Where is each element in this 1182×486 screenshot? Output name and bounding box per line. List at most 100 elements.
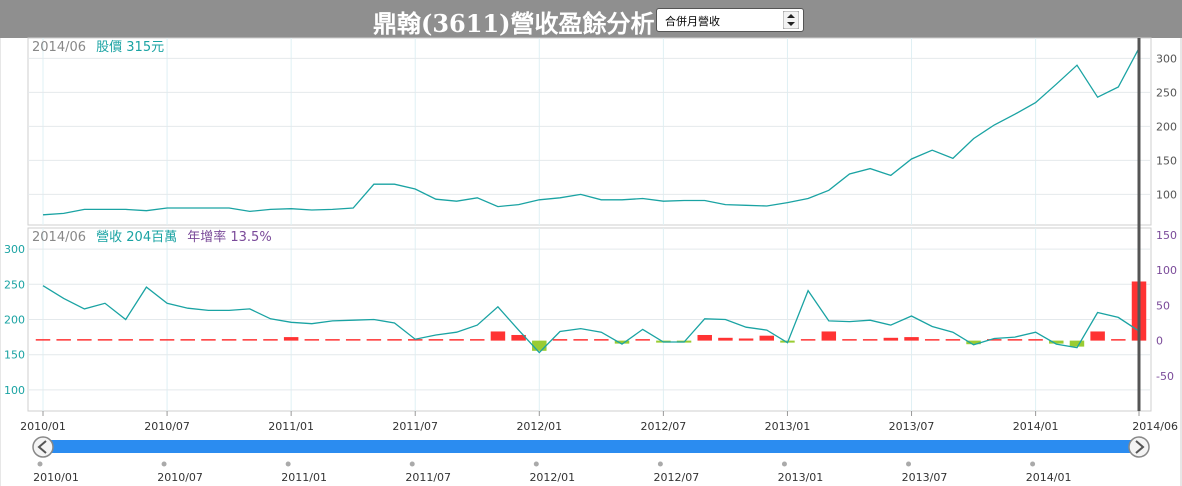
- revenue-bar-negative: [532, 340, 547, 351]
- revenue-bar: [800, 339, 816, 341]
- x-axis-ticks: 2010/01 2010/07 2011/01 2011/07 2012/01 2012/…: [20, 411, 1178, 433]
- revenue-y-tick-label: 250: [4, 278, 25, 291]
- revenue-bar: [56, 339, 71, 341]
- revenue-bar: [325, 339, 340, 341]
- revenue-bar: [945, 339, 961, 341]
- revenue-bar: [862, 339, 878, 341]
- navigator-tick-label: 2013/07: [902, 471, 948, 484]
- chart-page: 鼎翰(3611)營收盈餘分析 合併月營收 100 150 200 250 300 100…: [0, 0, 1182, 486]
- revenue-bar: [738, 338, 754, 341]
- x-tick-label: 2010/01: [20, 420, 66, 433]
- price-panel-labels: 2014/06 股價 315元: [32, 40, 164, 55]
- revenue-bar: [573, 339, 588, 341]
- revenue-bar: [759, 335, 775, 341]
- revenue-bar: [883, 337, 899, 341]
- revenue-bar: [139, 339, 154, 341]
- revenue-bar: [304, 339, 320, 341]
- yoy-y-tick-label: -50: [1156, 370, 1174, 383]
- x-tick-label: 2013/01: [765, 420, 811, 433]
- revenue-bar: [242, 339, 258, 341]
- price-value-label: 股價 315元: [96, 40, 164, 55]
- revenue-y-axis: 100 150 200 250 300: [4, 243, 25, 397]
- revenue-bar-negative: [1069, 340, 1085, 347]
- revenue-bar: [201, 339, 216, 341]
- navigator-tick-label: 2013/01: [778, 471, 824, 484]
- price-y-tick-label: 200: [1156, 120, 1177, 133]
- price-y-axis: 100 150 200 250 300: [1156, 52, 1177, 201]
- navigator-tick-label: 2012/01: [529, 471, 575, 484]
- revenue-bar: [345, 339, 361, 341]
- revenue-bar: [283, 337, 299, 341]
- price-line: [42, 47, 1140, 216]
- revenue-bar: [490, 331, 506, 341]
- revenue-bars: [35, 281, 1147, 341]
- revenue-bar: [842, 339, 857, 341]
- revenue-date: 2014/06: [32, 230, 86, 245]
- yoy-y-tick-label: 0: [1156, 335, 1163, 348]
- yoy-y-tick-label: 100: [1156, 264, 1177, 277]
- x-tick-label: 2011/07: [392, 420, 438, 433]
- revenue-bar: [77, 339, 92, 341]
- navigator-right-button[interactable]: [1128, 436, 1150, 458]
- navigator-ticks: 2010/01 2010/07 2011/01 2011/07 2012/01 2012/…: [33, 461, 1072, 484]
- revenue-bar: [635, 339, 650, 341]
- revenue-bar: [821, 331, 837, 341]
- revenue-bar: [35, 339, 51, 341]
- revenue-bar: [221, 339, 237, 341]
- navigator-dot: [409, 461, 415, 467]
- yoy-y-axis: -50 0 50 100 150: [1156, 229, 1177, 383]
- revenue-bar: [470, 339, 485, 341]
- navigator-tick-label: 2010/01: [33, 471, 79, 484]
- price-date: 2014/06: [32, 40, 86, 55]
- revenue-y-tick-label: 100: [4, 384, 25, 397]
- navigator-bar[interactable]: [43, 440, 1139, 453]
- revenue-bar: [118, 339, 133, 341]
- x-tick-label: 2012/01: [516, 420, 562, 433]
- navigator-dot: [161, 461, 167, 467]
- revenue-bar: [1090, 331, 1105, 341]
- price-y-tick-label: 300: [1156, 52, 1177, 65]
- price-y-tick-label: 150: [1156, 154, 1177, 167]
- revenue-bar: [428, 339, 444, 341]
- x-tick-label: 2013/07: [889, 420, 935, 433]
- revenue-grid: [28, 228, 1151, 411]
- navigator-left-button[interactable]: [32, 436, 54, 458]
- navigator-tick-label: 2011/07: [405, 471, 451, 484]
- price-y-tick-label: 250: [1156, 86, 1177, 99]
- revenue-bar: [718, 337, 733, 341]
- revenue-y-tick-label: 200: [4, 314, 25, 327]
- yoy-value-label: 年增率 13.5%: [187, 229, 271, 245]
- price-y-tick-label: 100: [1156, 188, 1177, 201]
- revenue-bar: [697, 334, 712, 341]
- yoy-negative-bars: [532, 340, 1085, 351]
- revenue-bar: [97, 339, 113, 341]
- revenue-bar: [366, 339, 382, 341]
- revenue-bar: [904, 337, 919, 341]
- yoy-y-tick-label: 50: [1156, 299, 1170, 312]
- navigator-dot: [37, 461, 43, 467]
- revenue-y-tick-label: 150: [4, 349, 25, 362]
- yoy-y-tick-label: 150: [1156, 229, 1177, 242]
- navigator-dot: [781, 461, 787, 467]
- x-tick-label: 2014/06: [1132, 420, 1178, 433]
- revenue-bar: [159, 339, 175, 341]
- revenue-bar: [924, 339, 940, 341]
- revenue-bar: [594, 339, 609, 341]
- revenue-bar: [387, 339, 402, 341]
- revenue-bar: [1028, 339, 1043, 341]
- navigator-tick-label: 2011/01: [281, 471, 327, 484]
- revenue-bar: [552, 339, 568, 341]
- revenue-bar: [1007, 339, 1023, 341]
- revenue-bar: [263, 339, 278, 341]
- navigator-tick-label: 2010/07: [157, 471, 203, 484]
- revenue-panel-labels: 2014/06 營收 204百萬 年增率 13.5%: [32, 229, 272, 245]
- revenue-y-tick-label: 300: [4, 243, 25, 256]
- revenue-value-label: 營收 204百萬: [96, 230, 177, 245]
- navigator-dot: [1030, 461, 1036, 467]
- navigator-dot: [906, 461, 912, 467]
- navigator-tick-label: 2014/01: [1026, 471, 1072, 484]
- navigator-dot: [285, 461, 291, 467]
- x-tick-label: 2010/07: [144, 420, 190, 433]
- navigator-dot: [533, 461, 539, 467]
- revenue-bar: [180, 339, 195, 341]
